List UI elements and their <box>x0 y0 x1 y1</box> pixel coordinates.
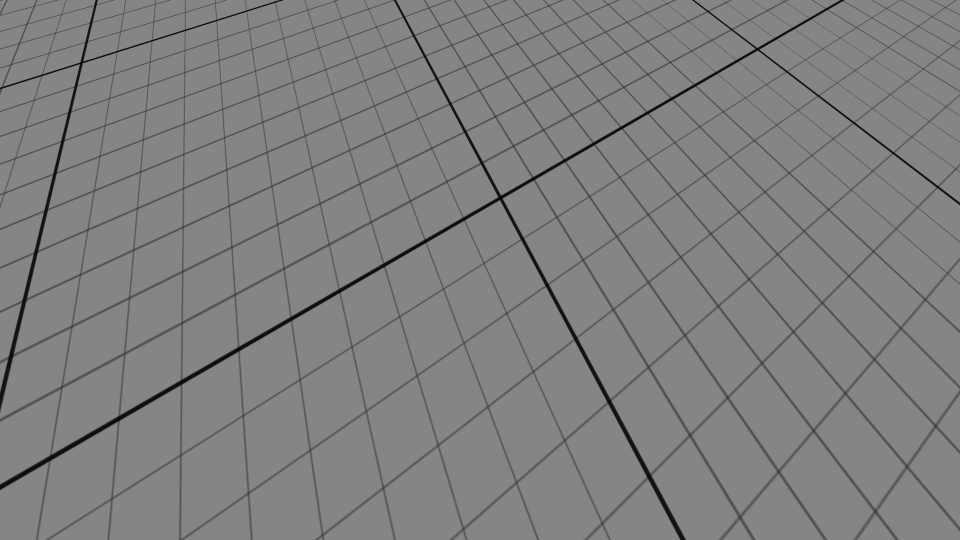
racket-strings <box>525 318 775 368</box>
racket-handle <box>93 276 270 307</box>
shuttlecock-cork <box>698 257 720 271</box>
badminton-racket <box>93 276 791 383</box>
render-viewport[interactable]: LIGHTWAVE <box>0 0 960 540</box>
brand-label: LIGHTWAVE <box>841 8 948 30</box>
shuttlecock-feathers <box>692 269 729 310</box>
scene-objects <box>93 257 791 383</box>
racket-shaft <box>267 296 506 339</box>
shuttlecock <box>692 257 729 310</box>
